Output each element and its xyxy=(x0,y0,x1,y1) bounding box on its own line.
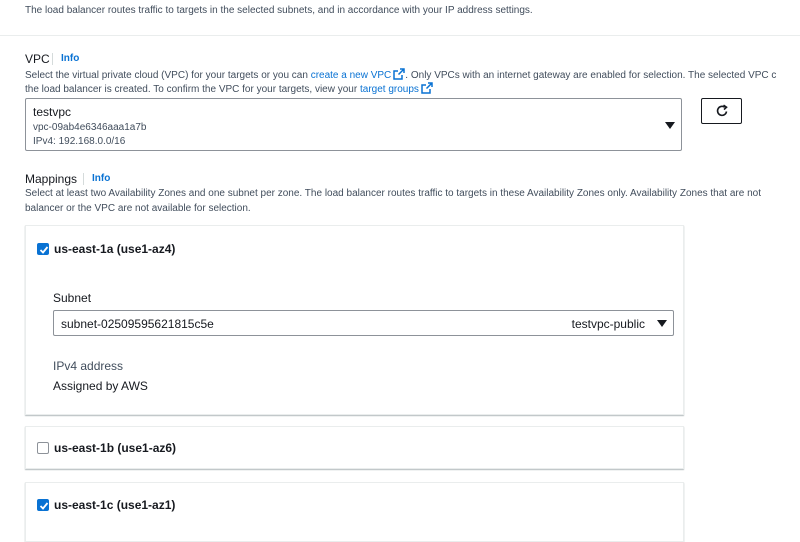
label-divider xyxy=(52,53,53,65)
ipv4-address-value: Assigned by AWS xyxy=(53,379,148,393)
vpc-selected-name: testvpc xyxy=(33,105,72,119)
subnet-id: subnet-02509595621815c5e xyxy=(61,317,214,331)
mappings-description-line1: Select at least two Availability Zones a… xyxy=(25,188,761,199)
az-title[interactable]: us-east-1c (use1-az1) xyxy=(54,498,175,512)
mappings-info-link[interactable]: Info xyxy=(92,173,110,184)
vpc-desc-text-2: . Only VPCs with an internet gateway are… xyxy=(405,70,777,81)
az-title[interactable]: us-east-1b (use1-az6) xyxy=(54,441,176,455)
external-link-icon[interactable] xyxy=(421,82,433,94)
caret-down-icon xyxy=(657,320,667,327)
az-title[interactable]: us-east-1a (use1-az4) xyxy=(54,242,175,256)
label-divider xyxy=(83,173,84,185)
refresh-icon xyxy=(716,104,728,117)
vpc-selected-id: vpc-09ab4e6346aaa1a7b xyxy=(33,122,147,133)
vpc-label: VPC xyxy=(25,52,50,66)
vpc-desc-text-3: the load balancer is created. To confirm… xyxy=(25,84,360,95)
create-vpc-link[interactable]: create a new VPC xyxy=(311,70,392,81)
az-card-us-east-1a: us-east-1a (use1-az4) Subnet subnet-0250… xyxy=(25,225,684,415)
vpc-info-link[interactable]: Info xyxy=(61,53,79,64)
vpc-desc-text: Select the virtual private cloud (VPC) f… xyxy=(25,70,311,81)
subnet-name: testvpc-public xyxy=(571,317,645,331)
checkmark-icon xyxy=(39,246,49,254)
az-checkbox-us-east-1c[interactable] xyxy=(37,499,49,511)
az-card-us-east-1b: us-east-1b (use1-az6) xyxy=(25,426,684,469)
mappings-description-line2: balancer or the VPC are not available fo… xyxy=(25,203,251,214)
checkmark-icon xyxy=(39,502,49,510)
vpc-selected-cidr: IPv4: 192.168.0.0/16 xyxy=(33,136,126,147)
previous-section-footer: The load balancer routes traffic to targ… xyxy=(0,0,800,36)
caret-down-icon xyxy=(665,122,675,129)
az-checkbox-us-east-1a[interactable] xyxy=(37,243,49,255)
az-card-us-east-1c: us-east-1c (use1-az1) xyxy=(25,482,684,542)
refresh-vpc-button[interactable] xyxy=(701,98,742,124)
vpc-description-line1: Select the virtual private cloud (VPC) f… xyxy=(25,68,776,81)
subnet-select[interactable]: subnet-02509595621815c5e testvpc-public xyxy=(53,310,674,336)
vpc-select[interactable]: testvpc vpc-09ab4e6346aaa1a7b IPv4: 192.… xyxy=(25,98,682,151)
target-groups-link[interactable]: target groups xyxy=(360,84,419,95)
az-checkbox-us-east-1b[interactable] xyxy=(37,442,49,454)
external-link-icon[interactable] xyxy=(393,68,406,80)
vpc-description-line2: the load balancer is created. To confirm… xyxy=(25,82,433,95)
network-mapping-description: The load balancer routes traffic to targ… xyxy=(25,5,533,16)
ipv4-address-label: IPv4 address xyxy=(53,359,124,373)
subnet-label: Subnet xyxy=(53,291,92,305)
mappings-label: Mappings xyxy=(25,172,78,186)
